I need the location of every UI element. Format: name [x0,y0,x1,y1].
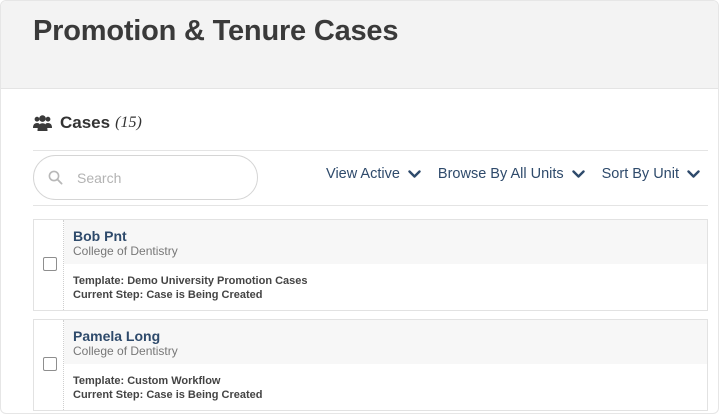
case-unit: College of Dentistry [73,244,178,258]
case-current-step: Current Step: Case is Being Created [73,289,263,301]
case-unit: College of Dentistry [73,344,178,358]
search-input[interactable] [77,169,237,186]
users-icon [33,115,52,131]
browse-units-dropdown[interactable]: Browse By All Units [438,166,585,182]
case-card: Pamela Long College of Dentistry Templat… [33,319,708,411]
filter-toolbar: View Active Browse By All Units Sort By … [326,166,700,182]
page-title: Promotion & Tenure Cases [33,15,399,47]
divider [33,150,708,151]
page-header: Promotion & Tenure Cases [1,1,718,89]
case-name-link[interactable]: Pamela Long [73,328,160,344]
case-select-column [34,320,64,410]
case-current-step: Current Step: Case is Being Created [73,389,263,401]
view-active-dropdown[interactable]: View Active [326,166,421,182]
view-active-label: View Active [326,166,400,182]
divider [33,205,708,206]
cases-label: Cases [60,113,111,132]
cases-section-header: Cases (15) [33,112,142,134]
chevron-down-icon [564,169,585,179]
case-select-column [34,220,64,310]
case-template: Template: Demo University Promotion Case… [73,275,308,287]
case-template: Template: Custom Workflow [73,375,221,387]
case-checkbox[interactable] [43,257,57,271]
chevron-down-icon [679,169,700,179]
app-frame: Promotion & Tenure Cases Cases (15) Sear… [0,0,719,414]
case-checkbox[interactable] [43,357,57,371]
case-name-link[interactable]: Bob Pnt [73,228,127,244]
chevron-down-icon [400,169,421,179]
search-icon [48,170,63,185]
browse-units-label: Browse By All Units [437,166,564,182]
search-box[interactable] [33,155,258,200]
case-card: Bob Pnt College of Dentistry Template: D… [33,219,708,311]
sort-label: Sort By Unit [601,166,679,182]
sort-dropdown[interactable]: Sort By Unit [602,166,700,182]
cases-count: (15) [115,114,142,131]
